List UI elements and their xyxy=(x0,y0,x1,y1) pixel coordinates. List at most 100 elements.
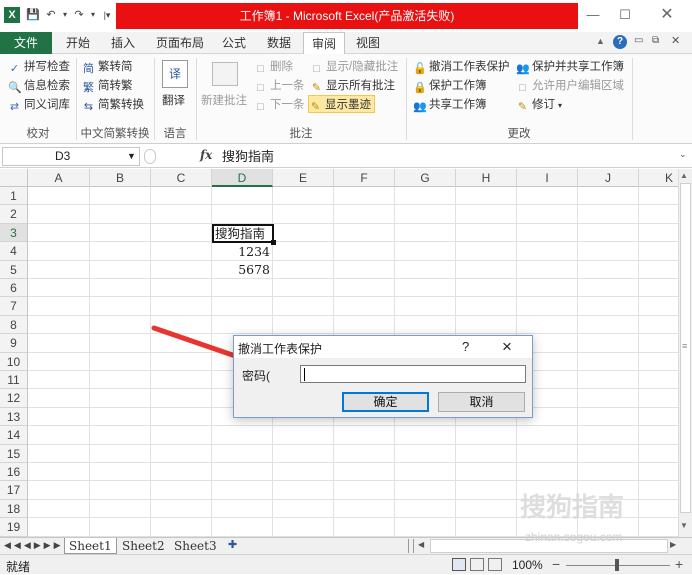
unprotect-sheet-button[interactable]: 🔓 撤消工作表保护 xyxy=(413,58,510,76)
maximize-icon[interactable]: ☐ xyxy=(614,6,636,24)
column-header-j[interactable]: J xyxy=(578,169,639,187)
show-hide-comment-button[interactable]: □ 显示/隐藏批注 xyxy=(310,58,398,76)
customize-qat-icon[interactable]: |▾ xyxy=(100,8,114,22)
sheet-tab-2[interactable]: Sheet2 xyxy=(118,538,169,554)
undo-icon[interactable]: ↶ xyxy=(44,8,58,22)
minimize-icon[interactable]: — xyxy=(582,6,604,24)
close-icon[interactable]: ✕ xyxy=(656,6,678,24)
excel-logo-icon[interactable]: X xyxy=(4,7,20,23)
row-header-19[interactable]: 19 xyxy=(0,518,28,537)
sheet-tab-3[interactable]: Sheet3 xyxy=(170,538,221,554)
scroll-left-icon[interactable]: ◀ xyxy=(418,540,424,549)
tab-home[interactable]: 开始 xyxy=(58,32,98,54)
dialog-help-button[interactable]: ? xyxy=(462,339,469,354)
redo-icon[interactable]: ↷ xyxy=(72,8,86,22)
row-header-7[interactable]: 7 xyxy=(0,297,28,316)
new-comment-button[interactable]: 新建批注 xyxy=(201,92,247,110)
row-header-2[interactable]: 2 xyxy=(0,205,28,224)
cancel-button[interactable]: 取消 xyxy=(438,392,525,412)
row-header-11[interactable]: 11 xyxy=(0,371,28,390)
row-header-8[interactable]: 8 xyxy=(0,315,28,335)
formula-input[interactable]: 搜狗指南 xyxy=(222,147,678,166)
vertical-scrollbar[interactable]: ▲ ≡ ▼ xyxy=(678,169,692,537)
row-header-9[interactable]: 9 xyxy=(0,334,28,353)
tab-review[interactable]: 审阅 xyxy=(303,32,346,55)
column-header-h[interactable]: H xyxy=(456,169,517,187)
column-header-g[interactable]: G xyxy=(395,169,456,187)
cell-d3[interactable]: 搜狗指南 xyxy=(215,225,275,243)
tab-insert[interactable]: 插入 xyxy=(103,32,143,54)
normal-view-icon[interactable] xyxy=(452,558,466,571)
wb-minimize-icon[interactable]: ▭ xyxy=(634,35,643,46)
translate-label[interactable]: 翻译 xyxy=(162,92,185,110)
column-header-k[interactable]: K xyxy=(639,169,678,187)
row-header-17[interactable]: 17 xyxy=(0,481,28,500)
next-comment-button[interactable]: □ 下一条 xyxy=(254,96,304,114)
show-ink-button[interactable]: ✎ 显示墨迹 xyxy=(308,95,375,113)
row-header-16[interactable]: 16 xyxy=(0,463,28,482)
protect-workbook-button[interactable]: 🔒 保护工作簿 xyxy=(413,77,487,95)
column-header-a[interactable]: A xyxy=(28,169,90,187)
row-header-4[interactable]: 4 xyxy=(0,242,28,261)
row-header-3[interactable]: 3 xyxy=(0,223,28,243)
ok-button[interactable]: 确定 xyxy=(342,392,429,412)
row-header-5[interactable]: 5 xyxy=(0,260,28,279)
scroll-down-icon[interactable]: ▼ xyxy=(680,521,688,530)
column-header-d[interactable]: D xyxy=(212,169,273,187)
dialog-close-button[interactable]: × xyxy=(502,337,512,357)
password-input[interactable] xyxy=(300,365,526,383)
row-header-14[interactable]: 14 xyxy=(0,426,28,445)
fx-icon[interactable]: fx xyxy=(200,148,212,162)
chevron-down-icon[interactable]: ▼ xyxy=(127,148,136,165)
save-icon[interactable]: 💾 xyxy=(26,8,40,22)
track-changes-button[interactable]: ✎ 修订 ▾ xyxy=(516,96,562,114)
tab-file[interactable]: 文件 xyxy=(0,32,52,54)
zoom-in-button[interactable]: + xyxy=(675,556,683,572)
row-header-18[interactable]: 18 xyxy=(0,499,28,519)
row-header-13[interactable]: 13 xyxy=(0,407,28,427)
wb-restore-icon[interactable]: ⧉ xyxy=(652,35,659,46)
redo-dropdown-icon[interactable]: ▾ xyxy=(86,8,100,22)
tab-data[interactable]: 数据 xyxy=(259,32,299,54)
zoom-out-button[interactable]: − xyxy=(552,556,560,572)
protect-share-button[interactable]: 👥 保护并共享工作簿 xyxy=(516,58,624,76)
wb-close-icon[interactable]: ✕ xyxy=(671,34,680,47)
row-header-12[interactable]: 12 xyxy=(0,389,28,408)
cell-d5[interactable]: 5678 xyxy=(212,261,270,279)
new-sheet-icon[interactable]: ✚ xyxy=(228,538,237,551)
sheet-nav-icons[interactable]: ◀◀◀▶▶▶ xyxy=(4,540,64,551)
delete-comment-button[interactable]: □ 删除 xyxy=(254,58,293,76)
row-header-10[interactable]: 10 xyxy=(0,352,28,371)
spell-check-button[interactable]: ✓ 拼写检查 xyxy=(8,58,70,76)
translate-icon[interactable]: 译 xyxy=(162,60,188,88)
page-break-view-icon[interactable] xyxy=(488,558,502,571)
cell-d4[interactable]: 1234 xyxy=(212,243,270,261)
minimize-ribbon-icon[interactable]: ▲ xyxy=(596,36,605,46)
tab-split-handle[interactable] xyxy=(408,539,414,553)
row-header-15[interactable]: 15 xyxy=(0,444,28,463)
tab-formulas[interactable]: 公式 xyxy=(214,32,254,54)
show-all-comments-button[interactable]: ✎ 显示所有批注 xyxy=(310,77,395,95)
zoom-level[interactable]: 100% xyxy=(512,558,543,572)
tab-view[interactable]: 视图 xyxy=(348,32,388,54)
expand-formula-icon[interactable]: ⌄ xyxy=(679,149,687,160)
help-icon[interactable]: ? xyxy=(613,35,627,49)
column-header-b[interactable]: B xyxy=(90,169,151,187)
column-header-i[interactable]: I xyxy=(517,169,578,187)
row-header-6[interactable]: 6 xyxy=(0,279,28,298)
sheet-tab-1[interactable]: Sheet1 xyxy=(64,538,117,554)
column-header-e[interactable]: E xyxy=(273,169,334,187)
research-button[interactable]: 🔍 信息检索 xyxy=(8,77,70,95)
simp-to-trad-button[interactable]: 繁简转繁 xyxy=(82,77,133,95)
tab-page-layout[interactable]: 页面布局 xyxy=(148,32,212,54)
scroll-up-icon[interactable]: ▲ xyxy=(680,171,688,180)
share-workbook-button[interactable]: 👥 共享工作簿 xyxy=(413,96,487,114)
zoom-slider-thumb[interactable] xyxy=(615,559,619,571)
select-all-corner[interactable] xyxy=(0,169,28,187)
formula-bar-handle[interactable] xyxy=(144,149,156,164)
row-header-1[interactable]: 1 xyxy=(0,187,28,206)
name-box[interactable]: D3 ▼ xyxy=(2,147,140,166)
column-header-f[interactable]: F xyxy=(334,169,395,187)
convert-button[interactable]: ⇆ 简繁转换 xyxy=(82,96,144,114)
allow-edit-ranges-button[interactable]: □ 允许用户编辑区域 xyxy=(516,77,624,95)
